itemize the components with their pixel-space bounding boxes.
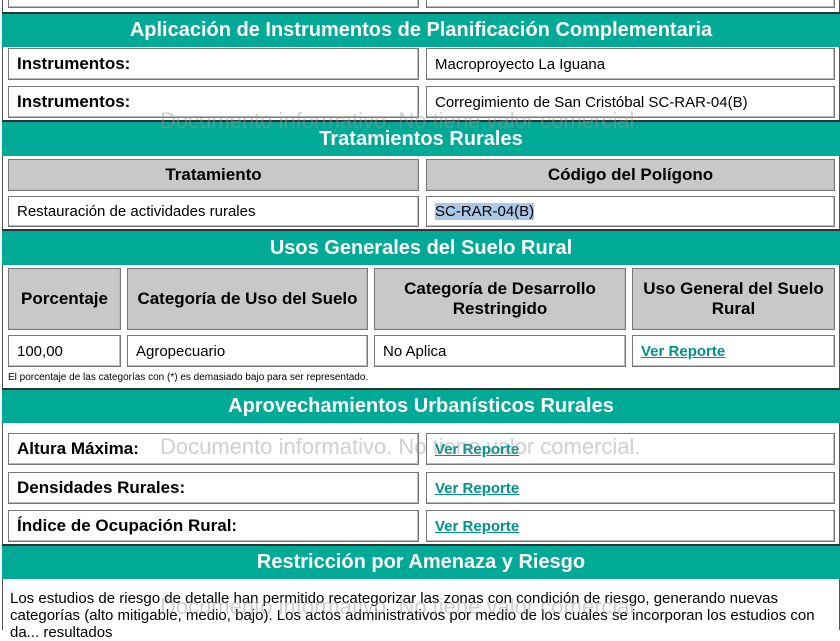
col-header-categoria-uso: Categoría de Uso del Suelo [127,268,368,330]
instrumentos-label: Instrumentos: [8,48,419,80]
section-header-restriccion: Restricción por Amenaza y Riesgo [2,544,840,579]
densidades-label: Densidades Rurales: [8,472,419,504]
instrumentos-label: Instrumentos: [8,86,419,118]
prev-cell [8,0,419,8]
prev-cell [426,0,835,8]
section-header-instrumentos: Aplicación de Instrumentos de Planificac… [2,12,840,47]
porcentaje-note: El porcentaje de las categorías con (*) … [8,372,369,383]
ver-reporte-link[interactable]: Ver Reporte [435,480,519,497]
col-header-uso-general: Uso General del Suelo Rural [632,268,835,330]
ver-reporte-link[interactable]: Ver Reporte [641,343,725,360]
densidades-cell: Ver Reporte [426,472,835,504]
altura-maxima-label: Altura Máxima: [8,433,419,465]
col-header-categoria-desarrollo: Categoría de Desarrollo Restringido [374,268,626,330]
col-header-codigo: Código del Polígono [426,159,835,191]
indice-ocupacion-label: Índice de Ocupación Rural: [8,510,419,542]
indice-ocupacion-cell: Ver Reporte [426,510,835,542]
instrumentos-value: Corregimiento de San Cristóbal SC-RAR-04… [426,86,835,118]
section-header-aprovechamientos: Aprovechamientos Urbanísticos Rurales [2,388,840,423]
section-header-tratamientos: Tratamientos Rurales [2,120,840,156]
altura-maxima-cell: Ver Reporte [426,433,835,465]
col-header-tratamiento: Tratamiento [8,159,419,191]
ver-reporte-link[interactable]: Ver Reporte [435,518,519,535]
ver-reporte-link[interactable]: Ver Reporte [435,441,519,458]
codigo-poligono-cell: SC-RAR-04(B) [426,196,835,227]
categoria-uso-value: Agropecuario [127,335,368,367]
porcentaje-value: 100,00 [8,335,121,367]
restriccion-text: Los estudios de riesgo de detalle han pe… [10,590,815,641]
tratamiento-value: Restauración de actividades rurales [8,196,419,227]
uso-general-cell: Ver Reporte [632,335,835,367]
section-header-usos: Usos Generales del Suelo Rural [2,229,840,265]
instrumentos-value: Macroproyecto La Iguana [426,48,835,80]
categoria-desarrollo-value: No Aplica [374,335,626,367]
col-header-porcentaje: Porcentaje [8,268,121,330]
codigo-poligono-value[interactable]: SC-RAR-04(B) [435,203,535,220]
